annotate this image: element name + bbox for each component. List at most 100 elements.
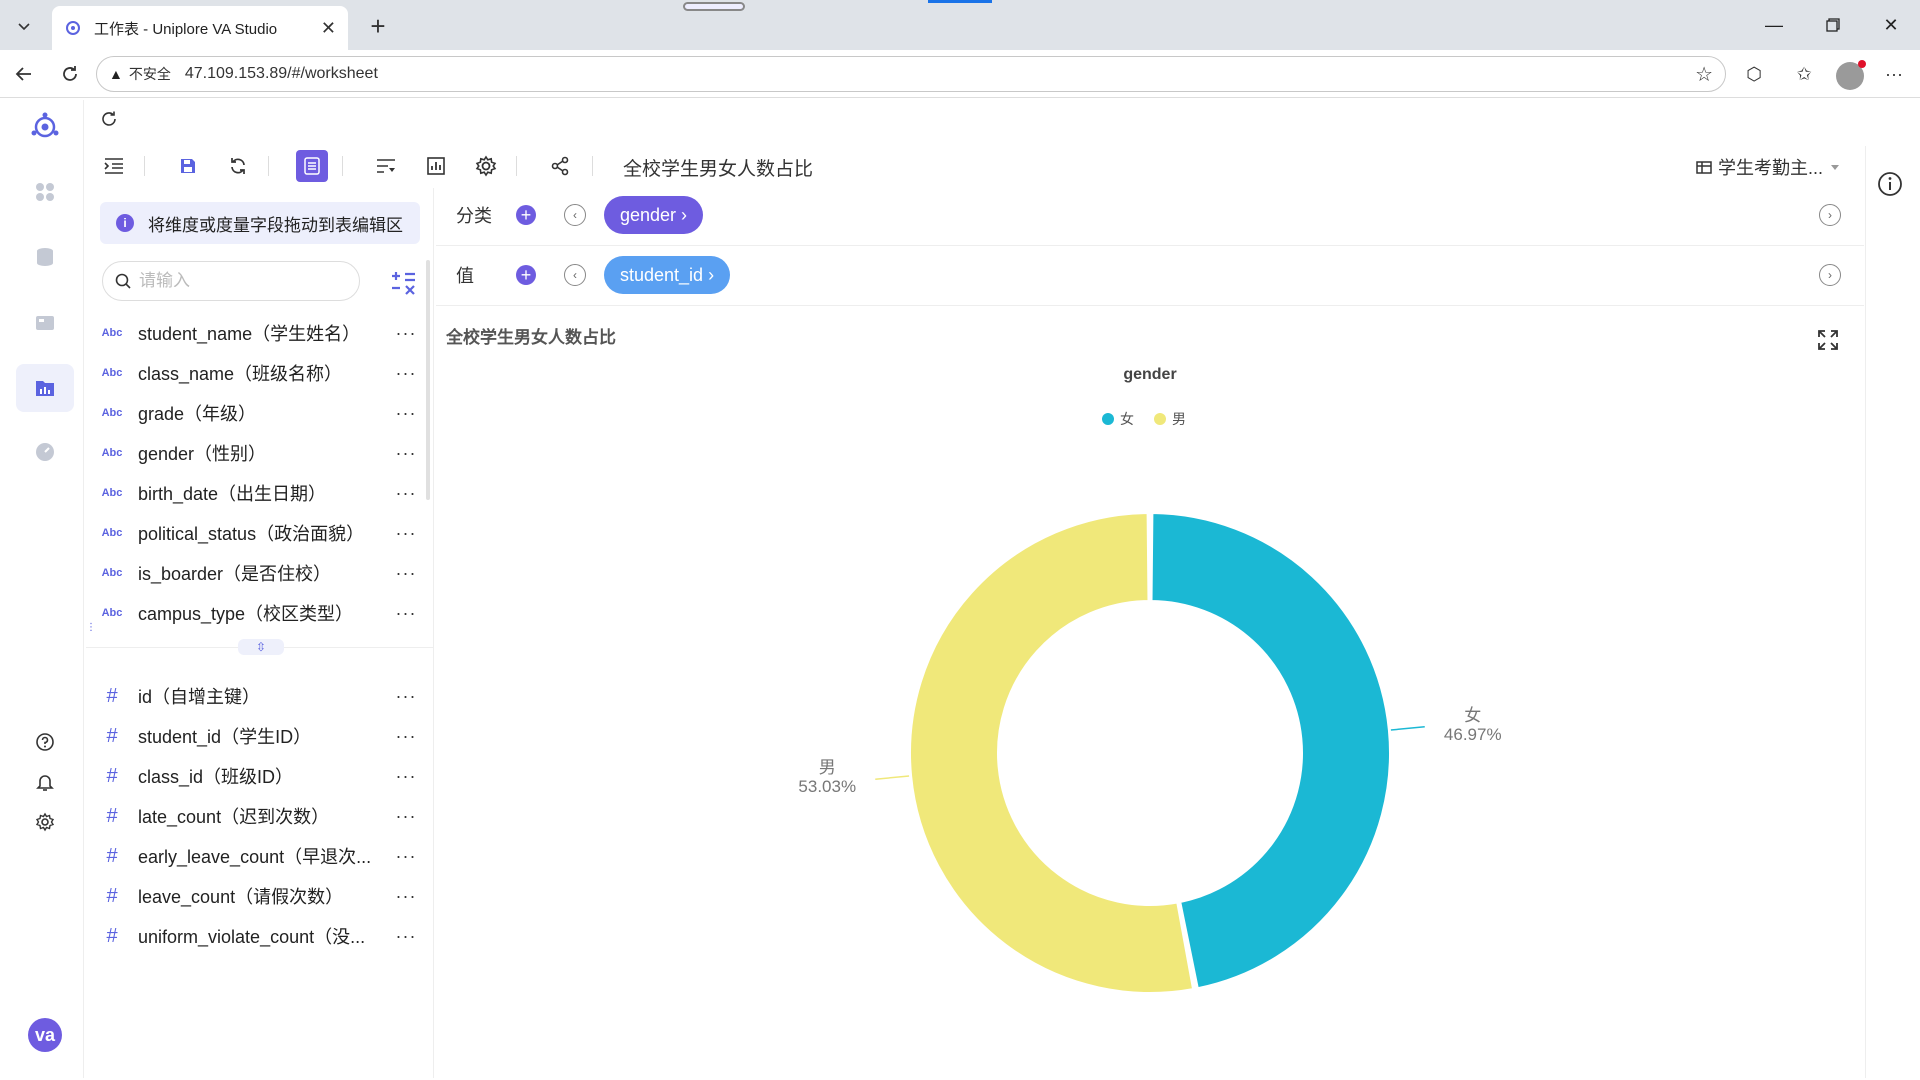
measure-field-row[interactable]: # leave_count（请假次数） ··· [86, 878, 426, 914]
new-tab-button[interactable]: + [362, 10, 394, 42]
browser-tab-active[interactable]: 工作表 - Uniplore VA Studio ✕ [52, 6, 348, 50]
rail-apps-icon[interactable] [28, 175, 62, 209]
legend-item[interactable]: 女 [1102, 411, 1134, 427]
field-more-icon[interactable]: ··· [386, 886, 426, 907]
category-pill-gender[interactable]: gender › [604, 196, 704, 234]
panel-resize-handle[interactable]: ⇳ [238, 639, 284, 655]
worksheet-title[interactable]: 全校学生男女人数占比 [623, 154, 813, 181]
measure-field-row[interactable]: # uniform_violate_count（没... ··· [86, 918, 426, 954]
dataset-select[interactable]: 学生考勤主... [1696, 154, 1841, 180]
field-more-icon[interactable]: ··· [386, 806, 426, 827]
back-button[interactable] [8, 58, 40, 90]
measure-field-row[interactable]: # id（自增主键） ··· [86, 678, 426, 714]
text-type-icon: Abc [101, 567, 123, 579]
field-more-icon[interactable]: ··· [386, 563, 426, 584]
legend-item[interactable]: 男 [1154, 411, 1186, 427]
favorite-star-icon[interactable]: ☆ [1695, 62, 1713, 87]
chart-type-button[interactable] [420, 150, 452, 182]
field-more-icon[interactable]: ··· [386, 846, 426, 867]
field-more-icon[interactable]: ··· [386, 603, 426, 624]
measure-field-row[interactable]: # student_id（学生ID） ··· [86, 718, 426, 754]
field-name: campus_type（校区类型） [138, 604, 354, 624]
formula-icon [392, 272, 415, 295]
dimension-field-row[interactable]: Abc grade（年级） ··· [86, 395, 426, 431]
chart-settings-button[interactable] [470, 150, 502, 182]
favorites-icon[interactable]: ✩ [1788, 58, 1820, 90]
help-button[interactable] [28, 725, 62, 759]
settings-button[interactable] [28, 805, 62, 839]
text-type-icon: Abc [101, 367, 123, 379]
dimension-field-row[interactable]: Abc gender（性别） ··· [86, 435, 426, 471]
field-name: political_status（政治面貌） [138, 524, 365, 544]
dimension-field-row[interactable]: Abc political_status（政治面貌） ··· [86, 515, 426, 551]
address-bar-row: ▲ 不安全 47.109.153.89/#/worksheet ☆ ⬡ ✩ ··… [0, 50, 1920, 98]
category-collapse-icon[interactable]: ‹ [564, 204, 586, 226]
share-button[interactable] [544, 150, 576, 182]
value-collapse-icon[interactable]: ‹ [564, 264, 586, 286]
url-text[interactable]: 47.109.153.89/#/worksheet [185, 65, 1695, 83]
measure-field-row[interactable]: # late_count（迟到次数） ··· [86, 798, 426, 834]
slice-category-label: 女 [1464, 706, 1481, 725]
sync-button[interactable] [222, 150, 254, 182]
toggle-panel-button[interactable] [98, 150, 130, 182]
close-window-button[interactable]: ✕ [1871, 10, 1911, 40]
field-search-input[interactable] [139, 271, 339, 291]
field-more-icon[interactable]: ··· [386, 323, 426, 344]
field-more-icon[interactable]: ··· [386, 403, 426, 424]
rail-dashboard-icon[interactable] [28, 435, 62, 469]
tab-list-button[interactable] [6, 8, 42, 44]
value-pill-student-id[interactable]: student_id › [604, 256, 731, 294]
omnibox[interactable]: ▲ 不安全 47.109.153.89/#/worksheet ☆ [96, 56, 1726, 92]
dimension-field-row[interactable]: Abc campus_type（校区类型） ··· [86, 595, 426, 631]
dimension-field-row[interactable]: Abc birth_date（出生日期） ··· [86, 475, 426, 511]
minimize-button[interactable]: — [1754, 10, 1794, 40]
panel-collapse-handle[interactable]: ⋮ [86, 622, 96, 646]
filter-button[interactable] [370, 150, 402, 182]
page-refresh-button[interactable] [100, 110, 118, 133]
user-avatar[interactable]: va [28, 1018, 62, 1052]
dimension-scrollbar[interactable] [426, 260, 430, 500]
browser-menu-icon[interactable]: ··· [1878, 58, 1910, 90]
reload-button[interactable] [54, 58, 86, 90]
profile-avatar[interactable] [1836, 60, 1866, 90]
notifications-button[interactable] [28, 765, 62, 799]
dimension-field-row[interactable]: Abc student_name（学生姓名） ··· [86, 315, 426, 351]
field-search[interactable] [102, 261, 360, 301]
field-more-icon[interactable]: ··· [386, 926, 426, 947]
legend-swatch [1102, 413, 1114, 425]
table-view-button[interactable] [296, 150, 328, 182]
field-name: student_name（学生姓名） [138, 324, 361, 344]
rail-dataset-icon[interactable] [28, 305, 62, 339]
field-more-icon[interactable]: ··· [386, 443, 426, 464]
field-more-icon[interactable]: ··· [386, 483, 426, 504]
measure-field-row[interactable]: # early_leave_count（早退次... ··· [86, 838, 426, 874]
info-button[interactable] [1876, 170, 1904, 198]
measure-field-row[interactable]: # class_id（班级ID） ··· [86, 758, 426, 794]
field-more-icon[interactable]: ··· [386, 686, 426, 707]
add-category-button[interactable]: + [516, 205, 536, 225]
field-more-icon[interactable]: ··· [386, 523, 426, 544]
category-expand-icon[interactable]: › [1819, 204, 1841, 226]
value-expand-icon[interactable]: › [1819, 264, 1841, 286]
field-more-icon[interactable]: ··· [386, 766, 426, 787]
rail-database-icon[interactable] [28, 240, 62, 274]
dimension-field-row[interactable]: Abc is_boarder（是否住校） ··· [86, 555, 426, 591]
extensions-icon[interactable]: ⬡ [1738, 58, 1770, 90]
donut-slice[interactable] [1150, 512, 1391, 990]
app-logo-icon[interactable] [28, 110, 62, 144]
search-icon [115, 273, 131, 289]
save-button[interactable] [172, 150, 204, 182]
tab-close-icon[interactable]: ✕ [321, 18, 336, 39]
dimension-field-row[interactable]: Abc class_name（班级名称） ··· [86, 355, 426, 391]
share-icon [551, 156, 569, 176]
slice-value-label: 53.03% [798, 777, 856, 796]
fullscreen-button[interactable] [1816, 328, 1844, 356]
rail-worksheet-icon[interactable] [16, 364, 74, 412]
field-panel: i 将维度或度量字段拖动到表编辑区 Abc student_name（学生姓名） ·… [86, 188, 434, 1078]
donut-slice[interactable] [909, 512, 1195, 994]
restore-button[interactable] [1813, 10, 1853, 40]
field-more-icon[interactable]: ··· [386, 363, 426, 384]
add-value-button[interactable]: + [516, 265, 536, 285]
field-more-icon[interactable]: ··· [386, 726, 426, 747]
add-calculated-field-button[interactable] [388, 268, 418, 298]
